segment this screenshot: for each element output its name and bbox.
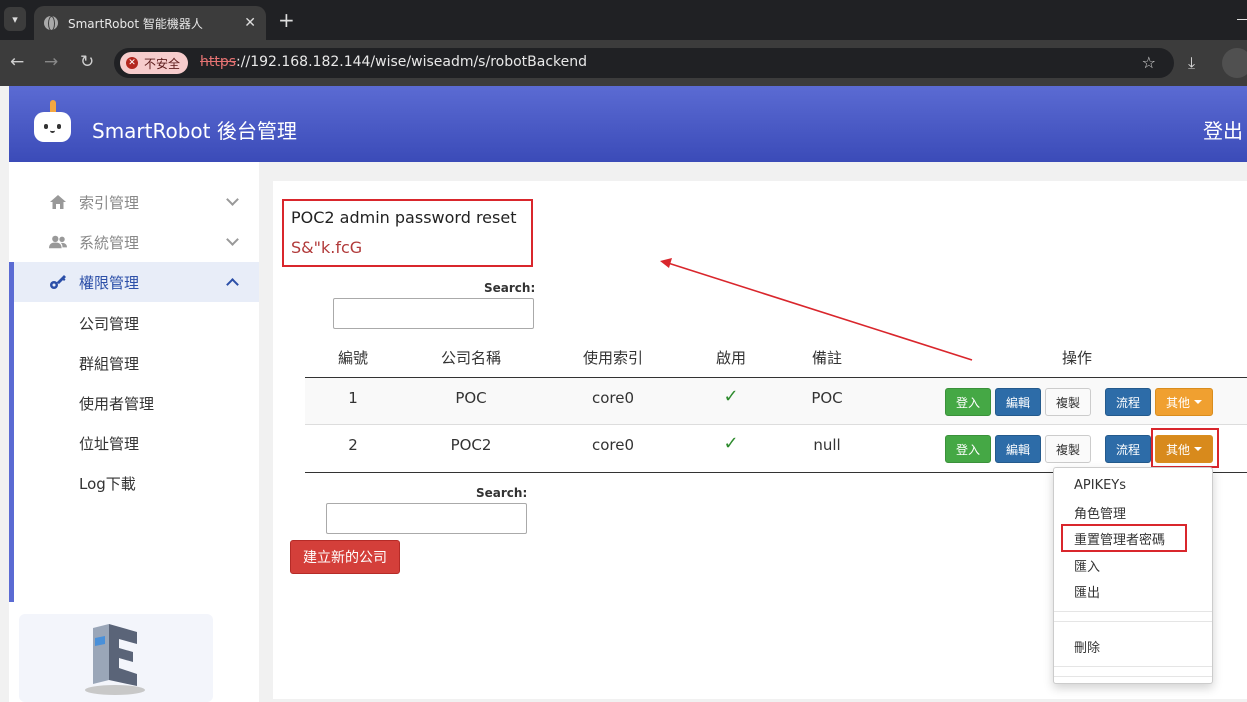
col-header-id[interactable]: 編號 (330, 347, 376, 368)
users-icon (49, 235, 67, 249)
globe-icon (44, 16, 58, 31)
flow-button[interactable]: 流程 (1105, 435, 1151, 463)
edit-button[interactable]: 編輯 (995, 388, 1041, 416)
sidebar-item-label: 索引管理 (79, 193, 140, 212)
sidebar-subitem-address[interactable]: 位址管理 (79, 433, 139, 454)
new-tab-button[interactable]: + (278, 8, 295, 32)
enabled-check-icon: ✓ (723, 386, 739, 407)
menu-divider (1054, 621, 1212, 622)
back-icon[interactable]: ← (10, 52, 24, 72)
menu-divider (1054, 666, 1212, 667)
menu-divider (1054, 676, 1212, 677)
robot-logo-icon (33, 100, 73, 142)
edit-button[interactable]: 編輯 (995, 435, 1041, 463)
new-password-text: S&"k.fcG (291, 238, 363, 257)
url-scheme: https (200, 54, 237, 70)
browser-tabbar: ▾ SmartRobot 智能機器人 ✕ + (0, 0, 1247, 40)
other-dropdown-menu: APIKEYs 角色管理 重置管理者密碼 匯入 匯出 刪除 (1053, 467, 1213, 684)
reload-icon[interactable]: ↻ (80, 52, 94, 72)
bookmark-star-icon[interactable]: ☆ (1142, 53, 1156, 72)
search-input-top[interactable] (333, 298, 534, 329)
tab-search-button[interactable]: ▾ (4, 7, 26, 31)
cell-id: 1 (348, 389, 358, 407)
cell-index: core0 (591, 389, 635, 407)
url-text[interactable]: https://192.168.182.144/wise/wiseadm/s/r… (200, 54, 587, 70)
enabled-check-icon: ✓ (723, 433, 739, 454)
minimize-icon[interactable] (1237, 19, 1247, 20)
menu-item-roles[interactable]: 角色管理 (1074, 503, 1126, 522)
other-dropdown-button[interactable]: 其他 (1155, 388, 1213, 416)
menu-item-import[interactable]: 匯入 (1074, 556, 1100, 575)
password-reset-notice: POC2 admin password reset S&"k.fcG (282, 199, 533, 267)
browser-toolbar: ← → ↻ ✕ 不安全 https://192.168.182.144/wise… (0, 40, 1247, 86)
home-icon (50, 195, 66, 209)
login-button[interactable]: 登入 (945, 388, 991, 416)
menu-item-export[interactable]: 匯出 (1074, 582, 1100, 601)
address-bar[interactable]: ✕ 不安全 https://192.168.182.144/wise/wisea… (114, 48, 1174, 78)
warning-icon: ✕ (126, 57, 138, 69)
url-path: ://192.168.182.144/wise/wiseadm/s/robotB… (236, 54, 588, 70)
logout-link[interactable]: 登出 (1203, 115, 1243, 144)
menu-item-apikeys[interactable]: APIKEYs (1074, 478, 1126, 493)
search-label-top: Search: (484, 281, 536, 295)
other-label: 其他 (1165, 395, 1190, 410)
cell-name: POC (455, 389, 487, 407)
app-title: SmartRobot 後台管理 (92, 119, 297, 143)
sidebar-item-system[interactable]: 系統管理 (9, 222, 259, 262)
copy-button[interactable]: 複製 (1045, 388, 1091, 416)
highlight-other-button (1151, 428, 1219, 468)
sidebar: 索引管理 系統管理 權限管理 公司管理 群組管理 使用者管理 位址管理 Log下… (9, 162, 259, 702)
download-icon[interactable]: ⤓ (1188, 53, 1195, 73)
cell-note: POC (811, 389, 843, 407)
tab-title: SmartRobot 智能機器人 (68, 16, 203, 31)
security-label: 不安全 (144, 56, 181, 71)
caret-down-icon (1194, 400, 1202, 404)
brand-logo-icon (85, 624, 145, 695)
key-icon (50, 275, 66, 289)
sidebar-subitem-user[interactable]: 使用者管理 (79, 393, 154, 414)
cell-name: POC2 (450, 436, 492, 454)
sidebar-item-label: 系統管理 (79, 233, 140, 252)
forward-icon[interactable]: → (44, 52, 58, 72)
chevron-up-icon (226, 278, 239, 291)
brand-box (19, 614, 213, 702)
chevron-down-icon (226, 233, 239, 246)
col-header-actions: 操作 (1061, 349, 1092, 367)
cell-id: 2 (348, 436, 358, 454)
active-section-indicator (9, 262, 14, 602)
copy-button[interactable]: 複製 (1045, 435, 1091, 463)
col-header-index[interactable]: 使用索引 (572, 347, 654, 368)
browser-tab[interactable]: SmartRobot 智能機器人 ✕ (34, 6, 266, 40)
login-button[interactable]: 登入 (945, 435, 991, 463)
search-label-bottom: Search: (476, 486, 528, 500)
sidebar-subitem-log[interactable]: Log下載 (79, 473, 136, 494)
app-header: SmartRobot 後台管理 登出 (9, 86, 1247, 162)
flow-button[interactable]: 流程 (1105, 388, 1151, 416)
menu-divider (1054, 611, 1212, 612)
notice-title: POC2 admin password reset (291, 208, 517, 227)
sidebar-item-permissions[interactable]: 權限管理 (9, 262, 259, 302)
col-header-name[interactable]: 公司名稱 (430, 347, 512, 368)
search-input-bottom[interactable] (326, 503, 527, 534)
sidebar-subitem-company[interactable]: 公司管理 (79, 313, 139, 334)
incognito-icon[interactable] (1222, 48, 1247, 78)
cell-note: null (813, 436, 841, 454)
sidebar-subitem-group[interactable]: 群組管理 (79, 353, 139, 374)
highlight-reset-password-item (1061, 524, 1187, 552)
chevron-down-icon (226, 193, 239, 206)
security-chip[interactable]: ✕ 不安全 (120, 52, 189, 74)
cell-index: core0 (591, 436, 635, 454)
col-header-note[interactable]: 備註 (804, 347, 850, 368)
sidebar-item-label: 權限管理 (79, 273, 140, 292)
col-header-enabled[interactable]: 啟用 (708, 347, 754, 368)
sidebar-item-index[interactable]: 索引管理 (9, 182, 259, 222)
menu-item-delete[interactable]: 刪除 (1074, 637, 1100, 656)
close-tab-icon[interactable]: ✕ (244, 15, 256, 31)
create-company-button[interactable]: 建立新的公司 (290, 540, 400, 574)
